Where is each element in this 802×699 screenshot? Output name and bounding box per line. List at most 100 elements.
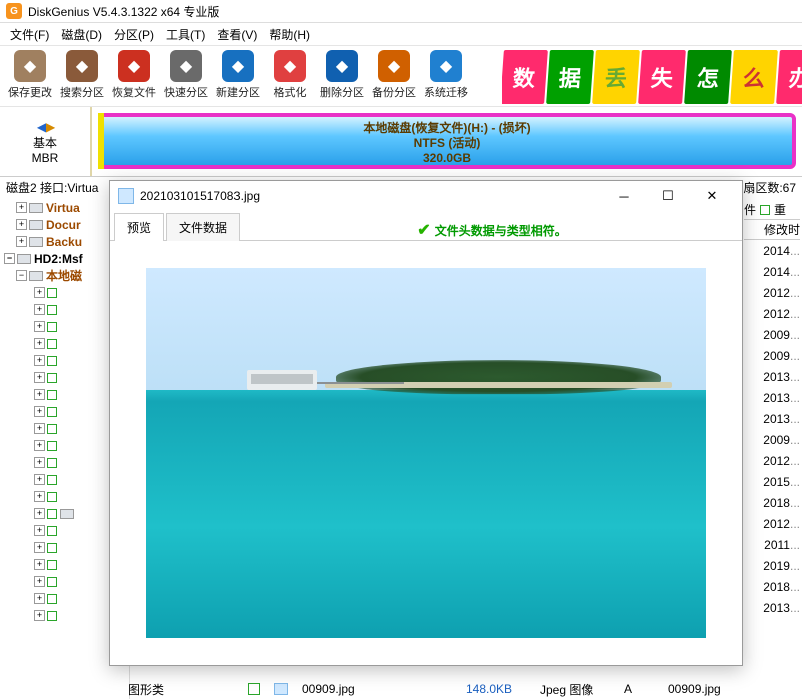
file-time-cell[interactable]: 2019... bbox=[744, 555, 800, 576]
toolbar-button-0[interactable]: ◆保存更改 bbox=[4, 48, 56, 102]
toolbar-button-2[interactable]: ◆恢复文件 bbox=[108, 48, 160, 102]
partition-name: 本地磁盘(恢复文件)(H:) - (损坏) bbox=[102, 121, 792, 136]
expand-toggle-icon[interactable]: + bbox=[34, 559, 45, 570]
tab-preview[interactable]: 预览 bbox=[114, 213, 164, 241]
file-time-cell[interactable]: 2011... bbox=[744, 534, 800, 555]
expand-toggle-icon[interactable]: + bbox=[34, 304, 45, 315]
toolbar-button-5[interactable]: ◆格式化 bbox=[264, 48, 316, 102]
expand-toggle-icon[interactable]: + bbox=[34, 491, 45, 502]
minimize-button[interactable]: ─ bbox=[602, 182, 646, 210]
toolbar-button-3[interactable]: ◆快速分区 bbox=[160, 48, 212, 102]
expand-toggle-icon[interactable]: + bbox=[34, 440, 45, 451]
file-col-header[interactable]: 件 bbox=[744, 201, 756, 218]
recover-checkbox[interactable] bbox=[47, 322, 57, 332]
partition-bar[interactable]: 本地磁盘(恢复文件)(H:) - (损坏) NTFS (活动) 320.0GB bbox=[98, 113, 796, 169]
expand-toggle-icon[interactable]: + bbox=[34, 406, 45, 417]
expand-toggle-icon[interactable]: − bbox=[16, 270, 27, 281]
toolbar-button-7[interactable]: ◆备份分区 bbox=[368, 48, 420, 102]
expand-toggle-icon[interactable]: + bbox=[34, 508, 45, 519]
file-time-cell[interactable]: 2013... bbox=[744, 597, 800, 618]
recover-checkbox[interactable] bbox=[47, 339, 57, 349]
toolbar-button-1[interactable]: ◆搜索分区 bbox=[56, 48, 108, 102]
expand-toggle-icon[interactable]: + bbox=[34, 372, 45, 383]
recover-checkbox[interactable] bbox=[47, 305, 57, 315]
close-button[interactable]: ✕ bbox=[690, 182, 734, 210]
menu-tools[interactable]: 工具(T) bbox=[160, 24, 211, 45]
recover-checkbox[interactable] bbox=[47, 356, 57, 366]
menu-file[interactable]: 文件(F) bbox=[4, 24, 55, 45]
partition-size: 320.0GB bbox=[102, 151, 792, 166]
file-time-cell[interactable]: 2014... bbox=[744, 261, 800, 282]
file-time-cell[interactable]: 2012... bbox=[744, 303, 800, 324]
expand-toggle-icon[interactable]: + bbox=[34, 593, 45, 604]
recover-checkbox[interactable] bbox=[47, 475, 57, 485]
recover-checkbox[interactable] bbox=[47, 458, 57, 468]
expand-toggle-icon[interactable]: + bbox=[16, 236, 27, 247]
file-time-cell[interactable]: 2013... bbox=[744, 387, 800, 408]
expand-toggle-icon[interactable]: − bbox=[4, 253, 15, 264]
toolbar-button-4[interactable]: ◆新建分区 bbox=[212, 48, 264, 102]
expand-toggle-icon[interactable]: + bbox=[34, 423, 45, 434]
recover-checkbox[interactable] bbox=[47, 373, 57, 383]
menu-part[interactable]: 分区(P) bbox=[108, 24, 160, 45]
recover-checkbox[interactable] bbox=[47, 441, 57, 451]
file-time-cell[interactable]: 2009... bbox=[744, 345, 800, 366]
menu-disk[interactable]: 磁盘(D) bbox=[55, 24, 108, 45]
menu-view[interactable]: 查看(V) bbox=[211, 24, 263, 45]
disk-map[interactable]: 本地磁盘(恢复文件)(H:) - (损坏) NTFS (活动) 320.0GB bbox=[92, 107, 802, 176]
recover-checkbox[interactable] bbox=[47, 492, 57, 502]
expand-toggle-icon[interactable]: + bbox=[34, 287, 45, 298]
recover-checkbox[interactable] bbox=[47, 560, 57, 570]
recover-checkbox[interactable] bbox=[47, 424, 57, 434]
expand-toggle-icon[interactable]: + bbox=[34, 576, 45, 587]
file-time-cell[interactable]: 2018... bbox=[744, 576, 800, 597]
file-row-peek[interactable]: 图形类 00909.jpg 148.0KB Jpeg 图像 A 00909.jp… bbox=[128, 679, 742, 699]
menu-help[interactable]: 帮助(H) bbox=[263, 24, 316, 45]
dup-col-header[interactable]: 重 bbox=[774, 201, 786, 218]
dup-checkbox-icon[interactable] bbox=[760, 205, 770, 215]
file-time-cell[interactable]: 2014... bbox=[744, 240, 800, 261]
expand-toggle-icon[interactable]: + bbox=[34, 321, 45, 332]
toolbar-button-6[interactable]: ◆删除分区 bbox=[316, 48, 368, 102]
expand-toggle-icon[interactable]: + bbox=[34, 338, 45, 349]
file-time-cell[interactable]: 2018... bbox=[744, 492, 800, 513]
expand-toggle-icon[interactable]: + bbox=[34, 457, 45, 468]
preview-titlebar[interactable]: 20210310151708З.jpg ─ ☐ ✕ bbox=[110, 181, 742, 211]
file-row-checkbox[interactable] bbox=[248, 683, 260, 695]
toolbar-button-8[interactable]: ◆系统迁移 bbox=[420, 48, 472, 102]
recover-checkbox[interactable] bbox=[47, 543, 57, 553]
file-time-cell[interactable]: 2012... bbox=[744, 513, 800, 534]
recover-checkbox[interactable] bbox=[47, 288, 57, 298]
expand-toggle-icon[interactable]: + bbox=[34, 389, 45, 400]
recover-checkbox[interactable] bbox=[47, 577, 57, 587]
banner-card: 怎 bbox=[684, 50, 732, 104]
tab-file-data[interactable]: 文件数据 bbox=[166, 213, 240, 241]
expand-toggle-icon[interactable]: + bbox=[34, 525, 45, 536]
file-time-cell[interactable]: 2012... bbox=[744, 282, 800, 303]
file-time-cell[interactable]: 2012... bbox=[744, 450, 800, 471]
expand-toggle-icon[interactable]: + bbox=[16, 219, 27, 230]
recover-checkbox[interactable] bbox=[47, 407, 57, 417]
expand-toggle-icon[interactable]: + bbox=[34, 542, 45, 553]
file-time-cell[interactable]: 2013... bbox=[744, 366, 800, 387]
toolbar-icon: ◆ bbox=[222, 50, 254, 82]
modtime-col-header[interactable]: 修改时 bbox=[764, 221, 800, 238]
file-time-cell[interactable]: 2009... bbox=[744, 324, 800, 345]
promo-banner[interactable]: 数据丢失怎么办 DiskGenius bbox=[502, 46, 802, 108]
maximize-button[interactable]: ☐ bbox=[646, 182, 690, 210]
expand-toggle-icon[interactable]: + bbox=[34, 355, 45, 366]
recover-checkbox[interactable] bbox=[47, 390, 57, 400]
recover-checkbox[interactable] bbox=[47, 509, 57, 519]
recover-checkbox[interactable] bbox=[47, 526, 57, 536]
recover-checkbox[interactable] bbox=[47, 611, 57, 621]
nav-arrows[interactable]: ◀ ▶ bbox=[37, 118, 53, 134]
file-time-cell[interactable]: 2013... bbox=[744, 408, 800, 429]
file-time-cell[interactable]: 2015... bbox=[744, 471, 800, 492]
recover-checkbox[interactable] bbox=[47, 594, 57, 604]
toolbar-label: 删除分区 bbox=[320, 84, 364, 100]
expand-toggle-icon[interactable]: + bbox=[34, 610, 45, 621]
file-time-cell[interactable]: 2009... bbox=[744, 429, 800, 450]
toolbar-label: 保存更改 bbox=[8, 84, 52, 100]
expand-toggle-icon[interactable]: + bbox=[16, 202, 27, 213]
expand-toggle-icon[interactable]: + bbox=[34, 474, 45, 485]
